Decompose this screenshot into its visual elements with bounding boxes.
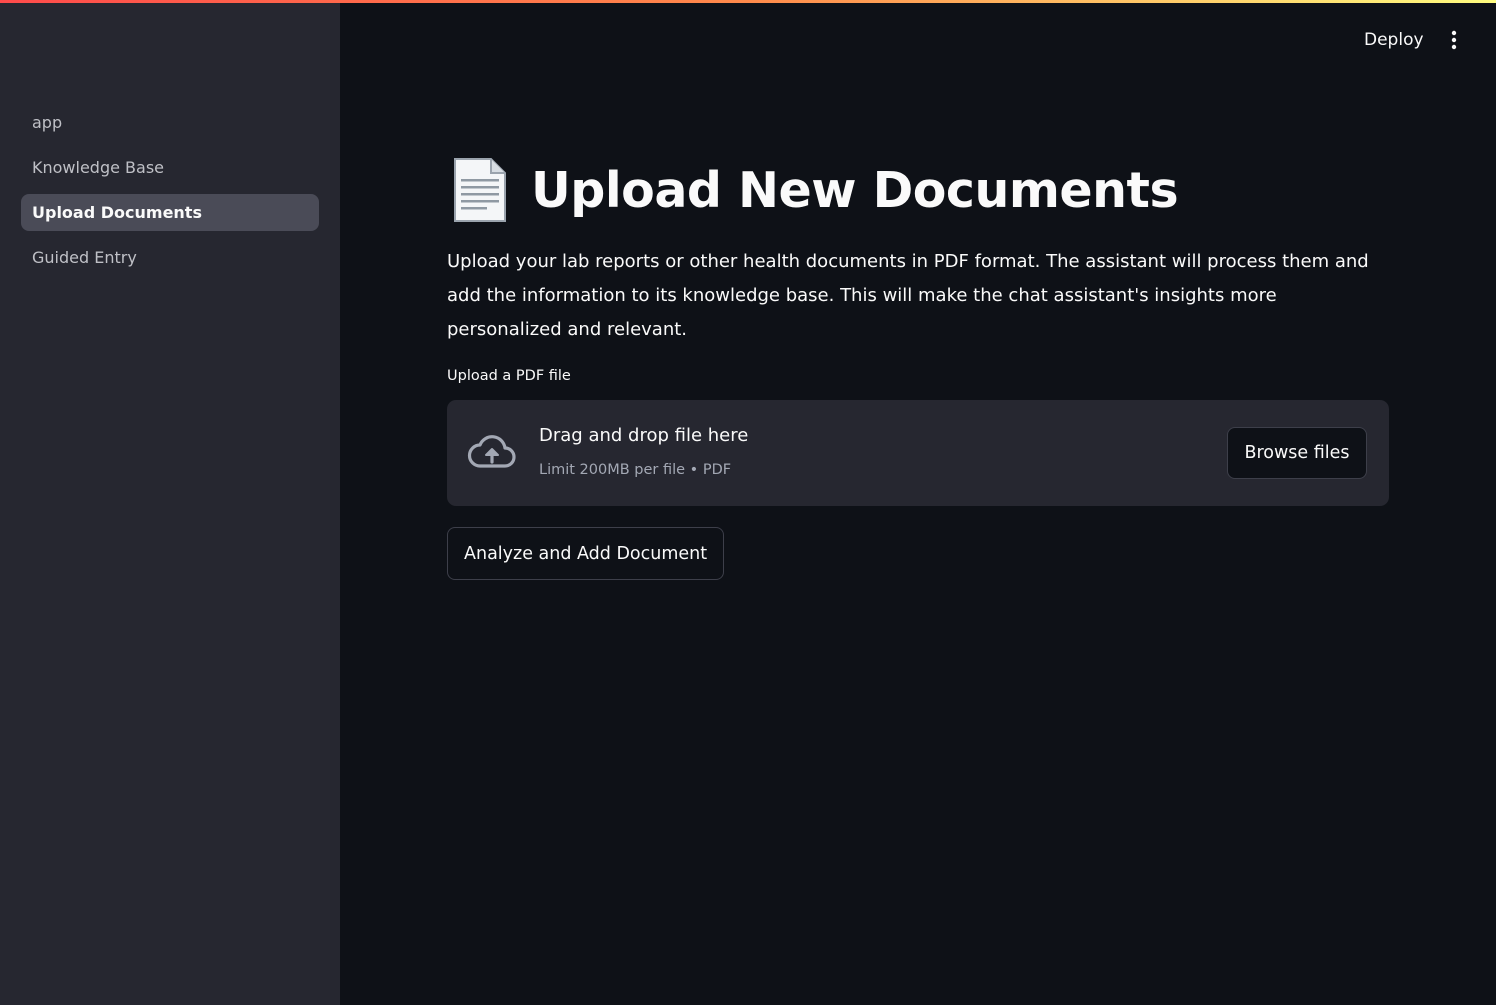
page-document-icon bbox=[454, 158, 506, 222]
deploy-button[interactable]: Deploy bbox=[1350, 24, 1438, 56]
dropzone-subtitle: Limit 200MB per file • PDF bbox=[539, 462, 732, 478]
dropzone-title: Drag and drop file here bbox=[539, 425, 749, 446]
page-description: Upload your lab reports or other health … bbox=[447, 251, 1369, 340]
page-title-row: Upload New Documents bbox=[447, 150, 1389, 230]
sidebar-item-app[interactable]: app bbox=[21, 104, 319, 141]
file-dropzone[interactable]: Drag and drop file here Limit 200MB per … bbox=[447, 400, 1389, 506]
sidebar-nav: app Knowledge Base Upload Documents Guid… bbox=[21, 104, 319, 284]
main-content: Upload New Documents Upload your lab rep… bbox=[447, 150, 1389, 580]
sidebar-item-knowledge-base[interactable]: Knowledge Base bbox=[21, 149, 319, 186]
page-title: Upload New Documents bbox=[531, 161, 1179, 219]
vertical-ellipsis-icon bbox=[1451, 30, 1457, 50]
uploader-label: Upload a PDF file bbox=[447, 368, 571, 384]
top-decoration-stripe bbox=[0, 0, 1496, 3]
sidebar-item-upload-documents[interactable]: Upload Documents bbox=[21, 194, 319, 231]
main-menu-button[interactable] bbox=[1438, 24, 1470, 56]
cloud-upload-icon bbox=[467, 435, 516, 468]
header-bar: Deploy bbox=[340, 0, 1496, 80]
browse-files-button[interactable]: Browse files bbox=[1227, 427, 1367, 479]
sidebar-item-guided-entry[interactable]: Guided Entry bbox=[21, 239, 319, 276]
analyze-add-document-button[interactable]: Analyze and Add Document bbox=[447, 527, 725, 580]
sidebar: app Knowledge Base Upload Documents Guid… bbox=[0, 0, 340, 1005]
